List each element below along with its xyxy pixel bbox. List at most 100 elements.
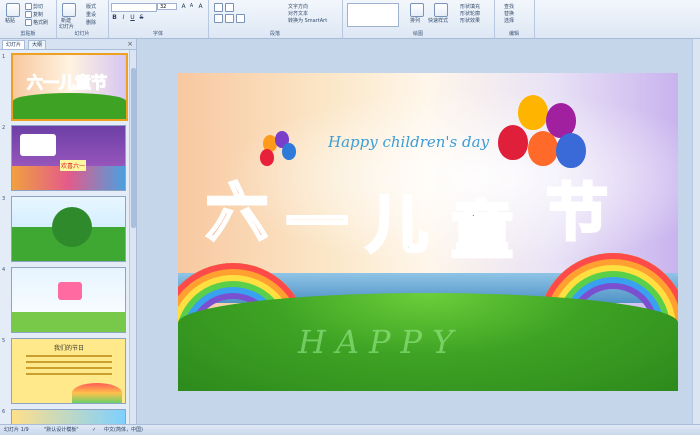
shapes-gallery[interactable] [347, 3, 399, 27]
arrange-button[interactable]: 排列 [410, 17, 420, 24]
arrange-icon[interactable] [410, 3, 424, 17]
underline-button[interactable]: U [129, 14, 136, 21]
shape-fill-button[interactable]: 形状填充 [460, 3, 480, 10]
balloon-icon [556, 133, 586, 168]
title-glyph: 节 [544, 176, 609, 249]
thumb-grass [12, 312, 125, 332]
shape-outline-button[interactable]: 形状轮廓 [460, 10, 480, 17]
thumb-title: 我们的节日 [54, 345, 85, 352]
title-glyph: 一 [284, 186, 349, 259]
reset-button[interactable]: 重设 [86, 11, 96, 18]
slide-thumbnail-2[interactable]: 欢喜六一 [11, 125, 126, 191]
thumb-glyph: 一 [43, 73, 60, 93]
tagline-text: Happy children's day [328, 133, 490, 151]
paragraph-group-label: 段落 [269, 31, 280, 37]
spellcheck-icon[interactable]: ✓ [92, 426, 96, 434]
thumb-title: 六一儿童节 [26, 69, 108, 93]
thumb-text: 欢喜六一 [60, 160, 87, 171]
bullets-icon[interactable] [214, 3, 223, 12]
pane-tabs: 幻灯片 大纲 × [0, 39, 136, 50]
thumb-glyph: 节 [91, 73, 108, 93]
grass-happy-text: HAPPY [298, 323, 464, 361]
balloon-icon [518, 95, 548, 130]
thumb-lines [26, 355, 112, 357]
copy-icon[interactable] [25, 11, 32, 18]
quick-styles-button[interactable]: 快速样式 [428, 17, 448, 24]
clipboard-group-label: 剪贴板 [20, 31, 36, 37]
ribbon: 粘贴 剪切 复制 格式刷 剪贴板 新建 幻灯片 版式 重设 删除 幻灯片 32 … [0, 0, 700, 39]
bold-button[interactable]: B [111, 14, 118, 21]
new-slide-label2[interactable]: 幻灯片 [59, 23, 74, 30]
smartart-button[interactable]: 转换为 SmartArt [288, 17, 327, 24]
thumb-number: 2 [2, 125, 6, 131]
align-left-icon[interactable] [214, 14, 223, 23]
font-size-combo[interactable]: 32 [157, 3, 177, 10]
shrink-font-button[interactable]: A [188, 3, 195, 10]
italic-button[interactable]: I [120, 14, 127, 21]
layout-button[interactable]: 版式 [86, 3, 96, 10]
thumb-number: 5 [2, 338, 6, 344]
delete-button[interactable]: 删除 [86, 19, 96, 26]
format-painter-icon[interactable] [25, 19, 32, 26]
thumb-board [20, 134, 56, 156]
select-button[interactable]: 选择 [504, 17, 514, 24]
editing-group-label: 编辑 [508, 31, 519, 37]
slides-pane: 幻灯片 大纲 × 1 六一儿童节 2 欢喜六一 3 4 5 我们的节日 6 [0, 39, 137, 425]
title-wordart: 六 一 儿 童 节 [204, 168, 646, 268]
cut-icon[interactable] [25, 3, 32, 10]
thumb-glyph: 儿 [59, 73, 76, 93]
align-right-icon[interactable] [236, 14, 245, 23]
thumb-number: 3 [2, 196, 6, 202]
grow-font-button[interactable]: A [180, 3, 187, 10]
format-painter-label[interactable]: 格式刷 [33, 19, 48, 26]
slide-thumbnail-3[interactable] [11, 196, 126, 262]
find-button[interactable]: 查找 [504, 3, 514, 10]
clear-format-button[interactable]: A [197, 3, 204, 10]
title-glyph: 儿 [364, 188, 429, 261]
thumb-glyph: 童 [75, 73, 92, 93]
text-direction-button[interactable]: 文字方向 [288, 3, 308, 10]
shape-effects-button[interactable]: 形状效果 [460, 17, 480, 24]
numbering-icon[interactable] [225, 3, 234, 12]
font-group-label: 字体 [152, 31, 163, 37]
paragraph-group: 文字方向 对齐文本 转换为 SmartArt 段落 [208, 0, 343, 38]
align-center-icon[interactable] [225, 14, 234, 23]
cut-label[interactable]: 剪切 [33, 3, 43, 10]
thumb-number: 4 [2, 267, 6, 273]
align-text-button[interactable]: 对齐文本 [288, 10, 308, 17]
thumb-rainbow [72, 383, 122, 403]
copy-label[interactable]: 复制 [33, 11, 43, 18]
balloon-icon [498, 125, 528, 160]
thumb-number: 6 [2, 409, 6, 415]
slide-scrollbar[interactable] [692, 39, 700, 424]
pane-scroll-thumb[interactable] [131, 68, 136, 228]
slides-group: 新建 幻灯片 版式 重设 删除 幻灯片 [56, 0, 109, 38]
slide-thumbnail-5[interactable]: 我们的节日 [11, 338, 126, 404]
quick-styles-icon[interactable] [434, 3, 448, 17]
close-icon[interactable]: × [127, 40, 133, 48]
font-group: 32 A A A B I U S 字体 [108, 0, 209, 38]
tab-outline[interactable]: 大纲 [28, 40, 47, 49]
slide-stage: HAPPY Happy children's day 六 一 儿 童 节 [137, 39, 700, 424]
paste-label[interactable]: 粘贴 [5, 17, 15, 24]
drawing-group: 排列 快速样式 形状填充 形状轮廓 形状效果 绘图 [342, 0, 495, 38]
balloon-icon [528, 131, 558, 166]
thumb-number: 1 [2, 54, 6, 60]
theme-name: "默认设计模板" [44, 427, 79, 433]
status-bar: 幻灯片 1/9 "默认设计模板" ✓ 中文(简体，中国) [0, 424, 700, 435]
pane-scrollbar[interactable] [129, 50, 136, 424]
drawing-group-label: 绘图 [412, 31, 423, 37]
font-name-combo[interactable] [111, 3, 157, 12]
slide-thumbnail-4[interactable] [11, 267, 126, 333]
balloon-icon [282, 143, 296, 160]
slide-thumbnail-6[interactable] [11, 409, 126, 425]
strike-button[interactable]: S [138, 14, 145, 21]
new-slide-icon[interactable] [62, 3, 76, 17]
title-glyph: 童 [449, 194, 514, 267]
language-indicator[interactable]: 中文(简体，中国) [104, 426, 143, 434]
replace-button[interactable]: 替换 [504, 10, 514, 17]
paste-icon[interactable] [6, 3, 20, 17]
slide-thumbnail-1[interactable]: 六一儿童节 [11, 53, 128, 121]
slide-canvas[interactable]: HAPPY Happy children's day 六 一 儿 童 节 [178, 73, 678, 391]
tab-slides[interactable]: 幻灯片 [2, 40, 26, 49]
